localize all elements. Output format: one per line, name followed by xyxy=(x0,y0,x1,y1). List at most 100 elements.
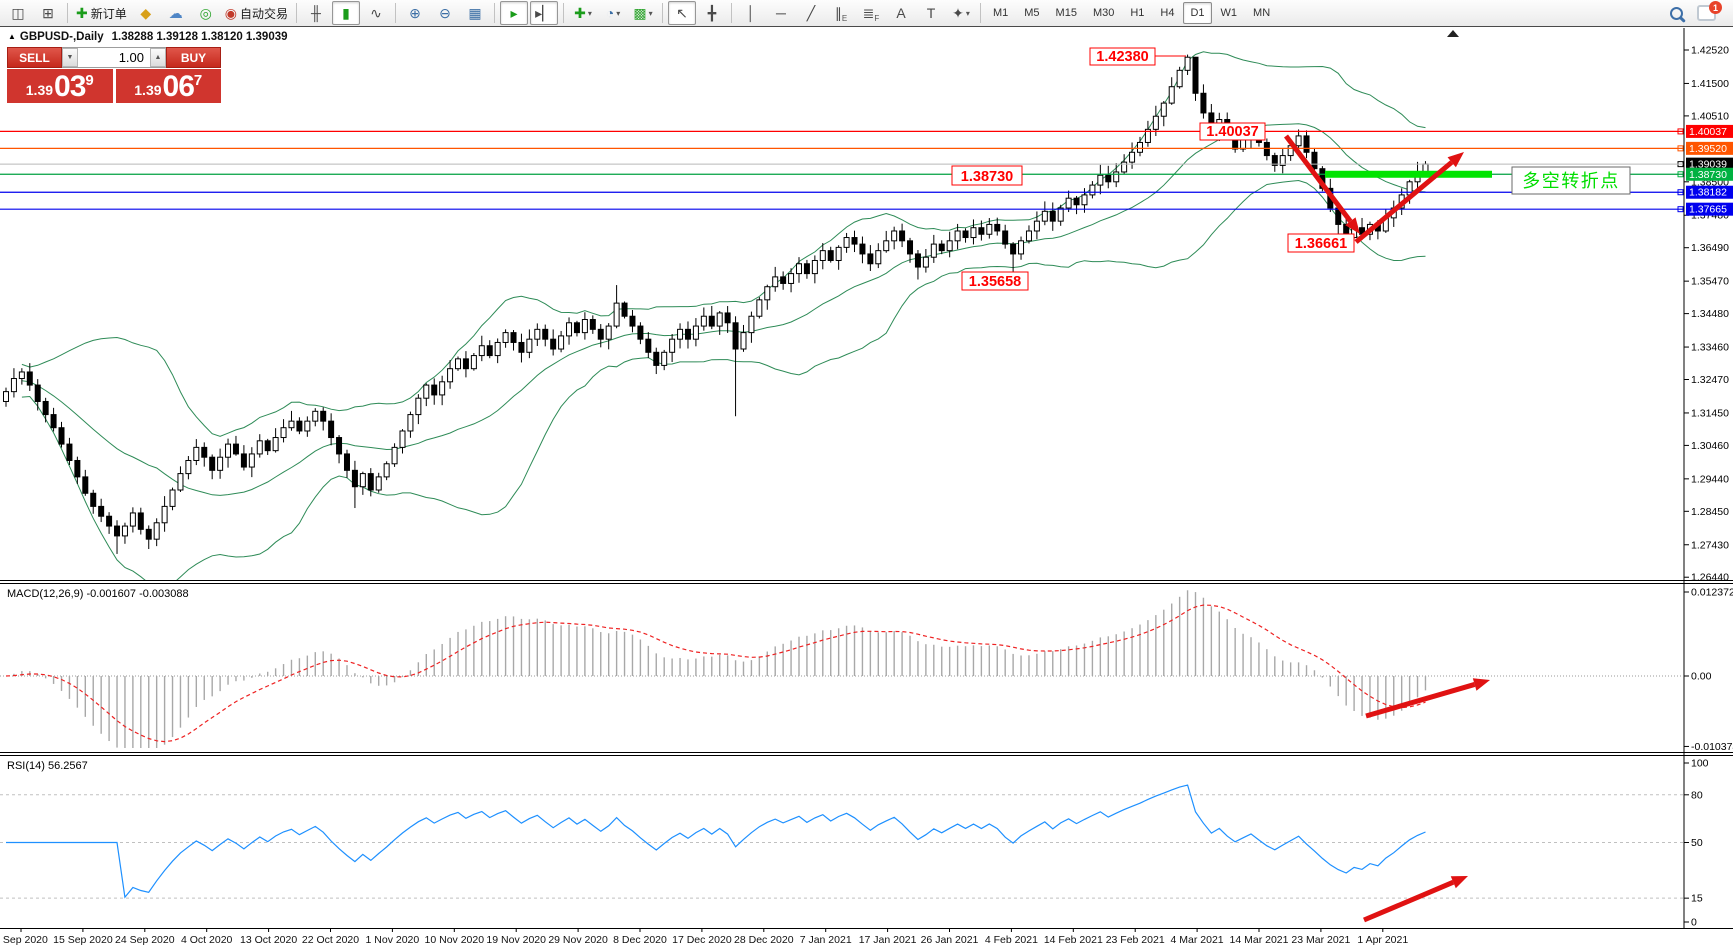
separator-line[interactable] xyxy=(0,752,1733,753)
note-annotation-label[interactable]: 多空转折点 xyxy=(1512,167,1630,194)
timeframe-mn[interactable]: MN xyxy=(1246,2,1277,24)
svg-text:1.42380: 1.42380 xyxy=(1096,49,1148,65)
fibonacci-icon[interactable]: ≣F xyxy=(857,1,885,25)
chart-area[interactable]: 1.425201.415001.405101.385001.374801.364… xyxy=(0,28,1733,945)
bar-chart-icon[interactable]: ╫ xyxy=(302,1,330,25)
price-chart-svg[interactable]: 1.425201.415001.405101.385001.374801.364… xyxy=(0,28,1733,945)
svg-text:1.31450: 1.31450 xyxy=(1691,407,1729,419)
svg-text:8 Dec 2020: 8 Dec 2020 xyxy=(613,934,667,945)
zoom-out-icon[interactable]: ⊖ xyxy=(431,1,459,25)
periods-icon[interactable]: ◔▾ xyxy=(599,1,627,25)
cursor-icon[interactable]: ↖ xyxy=(668,1,696,25)
timeframe-m15[interactable]: M15 xyxy=(1049,2,1084,24)
horizontal-line-icon[interactable]: ─ xyxy=(767,1,795,25)
svg-text:1.32470: 1.32470 xyxy=(1691,374,1729,386)
timeframe-w1[interactable]: W1 xyxy=(1214,2,1245,24)
collapse-triangle-icon[interactable]: ▲ xyxy=(8,32,16,41)
trend-arrow[interactable] xyxy=(1356,152,1464,242)
arrows-icon[interactable]: ✦▾ xyxy=(947,1,975,25)
time-axis-line xyxy=(0,928,1733,929)
notification-badge[interactable]: 1 xyxy=(1709,1,1722,14)
macd-label: MACD(12,26,9) -0.001607 -0.003088 xyxy=(7,588,189,600)
auto-scroll-icon[interactable]: ▸ xyxy=(500,1,528,25)
volume-increase-button[interactable]: ▲ xyxy=(150,48,166,67)
line-chart-icon[interactable]: ∿ xyxy=(362,1,390,25)
svg-text:1.40037: 1.40037 xyxy=(1206,124,1258,140)
sell-price-panel[interactable]: 1.39 03 9 xyxy=(7,69,113,103)
chart-window-icon[interactable]: ◫ xyxy=(4,1,32,25)
trendline-icon[interactable]: ╱ xyxy=(797,1,825,25)
signals-icon[interactable]: ◎ xyxy=(192,1,220,25)
candlestick-chart-icon[interactable]: ▮ xyxy=(332,1,360,25)
indicators-icon[interactable]: ✚▾ xyxy=(569,1,597,25)
svg-text:1.39520: 1.39520 xyxy=(1689,143,1727,155)
zoom-in-icon[interactable]: ⊕ xyxy=(401,1,429,25)
toolbar-separator xyxy=(980,3,981,23)
price-annotation-label[interactable]: 1.42380 xyxy=(1090,48,1186,65)
price-annotation-label[interactable]: 1.40037 xyxy=(1200,123,1265,140)
scroll-position-marker[interactable] xyxy=(1447,30,1459,37)
one-click-trading-panel: SELL ▼ 1.00 ▲ BUY 1.39 03 9 1.39 06 7 xyxy=(7,47,221,103)
vertical-line-icon[interactable]: │ xyxy=(737,1,765,25)
timeframe-m1[interactable]: M1 xyxy=(986,2,1015,24)
separator-line[interactable] xyxy=(0,580,1733,581)
search-icon[interactable] xyxy=(1670,7,1683,20)
svg-text:0.00: 0.00 xyxy=(1691,671,1712,683)
trend-arrow[interactable] xyxy=(1286,136,1360,234)
svg-text:1.41500: 1.41500 xyxy=(1691,78,1729,90)
support-highlight-band[interactable] xyxy=(1325,171,1492,178)
svg-text:-0.010374: -0.010374 xyxy=(1691,741,1733,753)
buy-button[interactable]: BUY xyxy=(166,47,221,68)
svg-text:13 Oct 2020: 13 Oct 2020 xyxy=(240,934,297,945)
history-center-icon[interactable]: ◆ xyxy=(132,1,160,25)
volume-field[interactable]: 1.00 xyxy=(78,48,150,67)
toolbar-separator xyxy=(662,3,663,23)
autotrading-icon[interactable]: ◉自动交易 xyxy=(222,1,291,25)
sell-price-pips: 03 xyxy=(54,72,85,102)
toolbar: ◫⊞ ✚新订单◆☁◎◉自动交易 ╫▮∿ ⊕⊖▦ ▸▸▏ ✚▾◔▾▩▾ ↖╋ │─╱∥E≣FAT… xyxy=(0,0,1733,27)
timeframe-m30[interactable]: M30 xyxy=(1086,2,1121,24)
price-annotation-label[interactable]: 1.35658 xyxy=(962,272,1028,290)
timeframe-d1[interactable]: D1 xyxy=(1183,2,1211,24)
main-price-panel[interactable] xyxy=(0,52,1683,587)
mt4-window: ◫⊞ ✚新订单◆☁◎◉自动交易 ╫▮∿ ⊕⊖▦ ▸▸▏ ✚▾◔▾▩▾ ↖╋ │─╱∥E≣FAT… xyxy=(0,0,1733,945)
timeframe-h1[interactable]: H1 xyxy=(1123,2,1151,24)
svg-text:10 Nov 2020: 10 Nov 2020 xyxy=(425,934,485,945)
toolbar-separator xyxy=(563,3,564,23)
svg-text:1.33460: 1.33460 xyxy=(1691,342,1729,354)
chart-title: ▲GBPUSD-,Daily1.38288 1.39128 1.38120 1.… xyxy=(8,31,288,43)
equidistant-channel-icon[interactable]: ∥E xyxy=(827,1,855,25)
chart-shift-icon[interactable]: ▸▏ xyxy=(530,1,558,25)
toolbar-right: 1 xyxy=(1670,5,1730,21)
macd-signal-line xyxy=(6,605,1426,742)
svg-text:1.38730: 1.38730 xyxy=(1689,169,1727,181)
sell-button[interactable]: SELL xyxy=(7,47,62,68)
svg-text:0.012372: 0.012372 xyxy=(1691,586,1733,598)
svg-text:1.34480: 1.34480 xyxy=(1691,308,1729,320)
chat-icon[interactable]: 1 xyxy=(1697,5,1716,21)
web-terminal-icon[interactable]: ☁ xyxy=(162,1,190,25)
volume-decrease-button[interactable]: ▼ xyxy=(62,48,78,67)
svg-text:1.40510: 1.40510 xyxy=(1691,110,1729,122)
svg-text:50: 50 xyxy=(1691,837,1703,849)
toolbar-separator xyxy=(296,3,297,23)
tile-windows-icon[interactable]: ▦ xyxy=(461,1,489,25)
buy-price-panel[interactable]: 1.39 06 7 xyxy=(116,69,222,103)
price-annotation-label[interactable]: 1.38730 xyxy=(952,166,1022,185)
rsi-panel[interactable] xyxy=(6,785,1426,897)
crosshair-icon[interactable]: ╋ xyxy=(698,1,726,25)
text-icon[interactable]: A xyxy=(887,1,915,25)
timeframe-m5[interactable]: M5 xyxy=(1017,2,1046,24)
templates-icon[interactable]: ▩▾ xyxy=(629,1,657,25)
timeframe-h4[interactable]: H4 xyxy=(1153,2,1181,24)
market-watch-icon[interactable]: ⊞ xyxy=(34,1,62,25)
macd-panel[interactable] xyxy=(6,590,1426,752)
svg-text:1.29440: 1.29440 xyxy=(1691,473,1729,485)
price-annotation-label[interactable]: 1.36661 xyxy=(1288,234,1354,252)
new-order-icon[interactable]: ✚新订单 xyxy=(73,1,130,25)
toolbar-separator xyxy=(731,3,732,23)
trend-arrow[interactable] xyxy=(1366,678,1490,716)
svg-text:19 Nov 2020: 19 Nov 2020 xyxy=(486,934,546,945)
text-label-icon[interactable]: T xyxy=(917,1,945,25)
svg-text:1.40037: 1.40037 xyxy=(1689,126,1727,138)
